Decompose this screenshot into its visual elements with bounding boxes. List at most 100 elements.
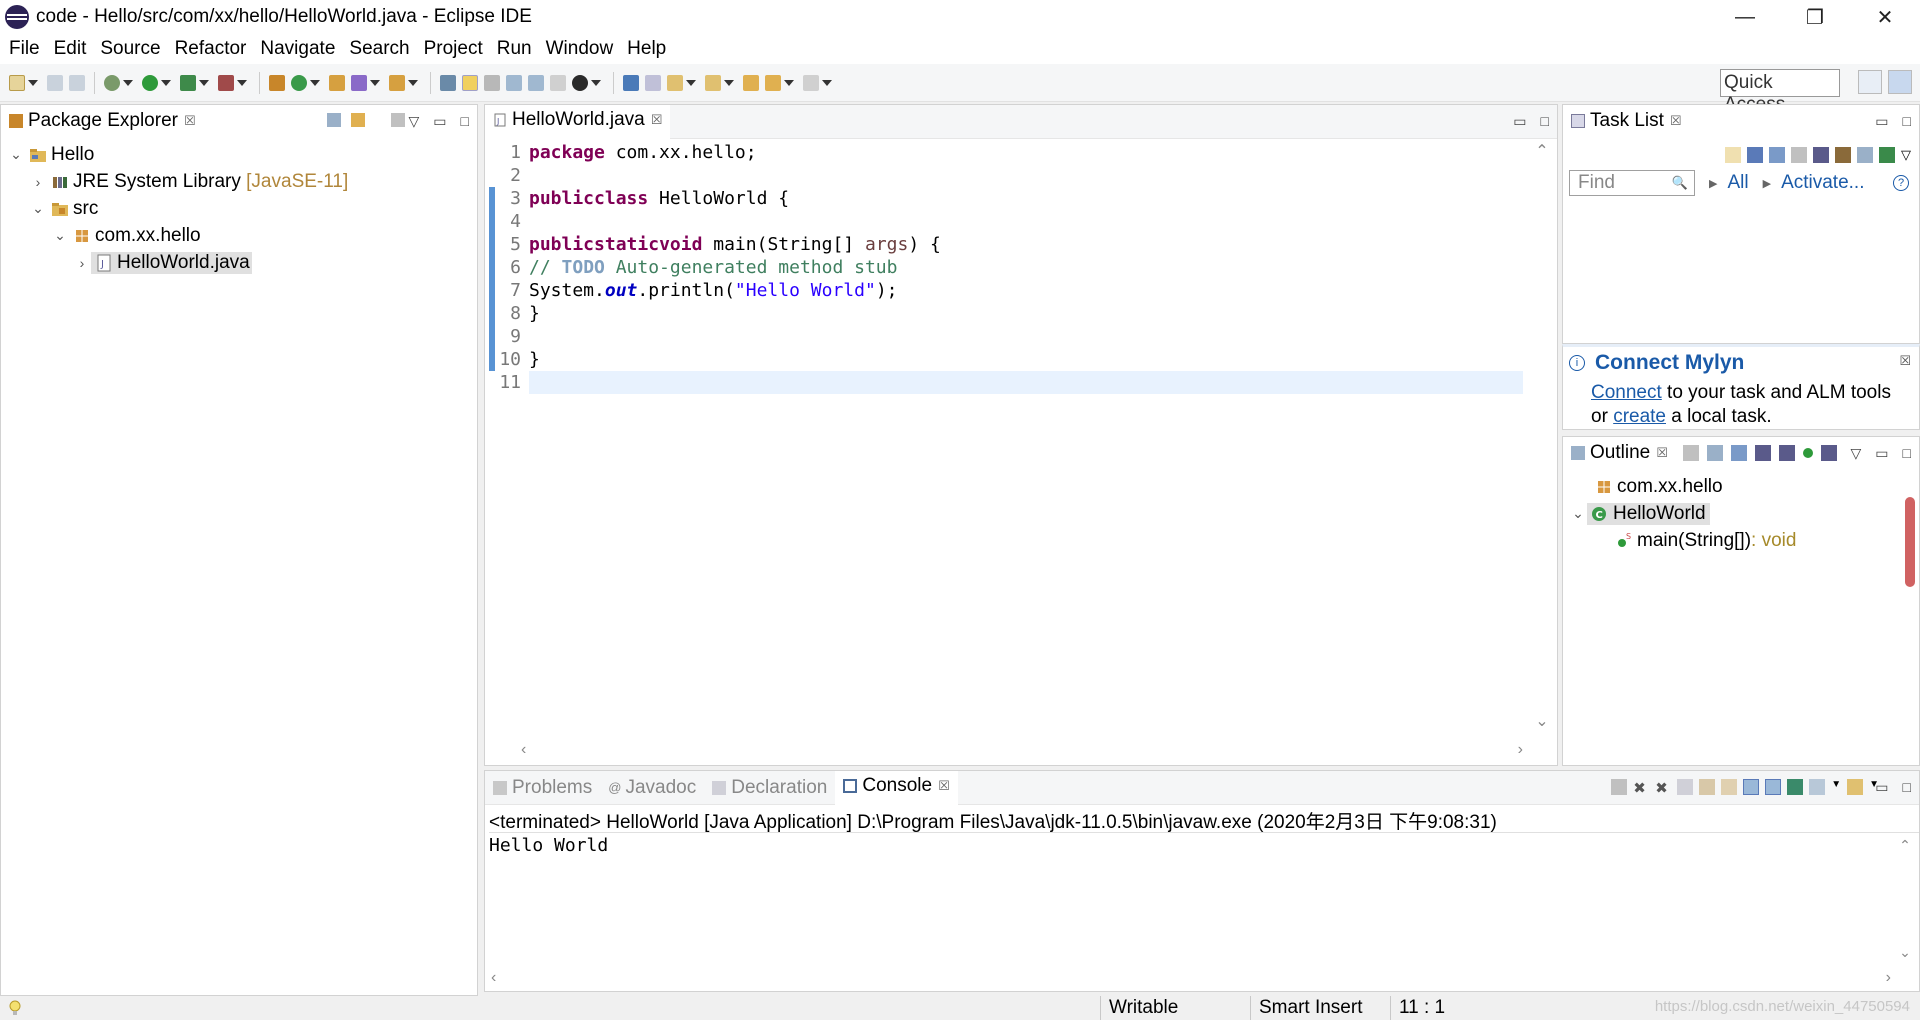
all-tasks-link[interactable]: All xyxy=(1727,172,1748,194)
debug-dropdown-icon[interactable] xyxy=(123,79,133,86)
maximize-view-icon[interactable]: □ xyxy=(1903,113,1911,130)
save-all-icon[interactable] xyxy=(69,74,85,91)
minimize-button[interactable]: — xyxy=(1710,0,1780,34)
show-stderr-icon[interactable] xyxy=(1765,779,1782,795)
search-icon[interactable] xyxy=(389,74,405,91)
focus-icon[interactable] xyxy=(1683,445,1699,461)
scroll-down-icon[interactable]: ⌄ xyxy=(1899,944,1911,961)
chevron-down-icon[interactable]: ⌄ xyxy=(29,200,47,217)
scroll-lock-icon[interactable] xyxy=(1699,779,1716,795)
scheduled-icon[interactable] xyxy=(1769,147,1785,163)
search-dropdown-icon[interactable] xyxy=(408,79,418,86)
display-console-dropdown-icon[interactable]: ▼ xyxy=(1831,779,1841,795)
task-dropdown-icon[interactable] xyxy=(370,79,380,86)
run-icon[interactable] xyxy=(142,74,158,91)
tab-problems[interactable]: Problems xyxy=(485,771,600,805)
menu-project[interactable]: Project xyxy=(417,38,490,60)
word-wrap-icon[interactable] xyxy=(506,74,522,91)
close-icon[interactable]: ☒ xyxy=(1670,113,1682,129)
sort-icon[interactable] xyxy=(1731,445,1747,461)
menu-search[interactable]: Search xyxy=(342,38,416,60)
maximize-view-icon[interactable]: □ xyxy=(1903,445,1911,462)
scroll-right-icon[interactable]: › xyxy=(1886,969,1891,987)
word-wrap-icon[interactable] xyxy=(1721,779,1738,795)
view-menu-icon[interactable]: ▽ xyxy=(409,113,420,130)
hide-local-types-icon[interactable] xyxy=(1821,445,1837,461)
forward-dropdown-icon[interactable] xyxy=(822,79,832,86)
hide-completed-icon[interactable] xyxy=(1813,147,1829,163)
run-dropdown-icon[interactable] xyxy=(161,79,171,86)
hide-static-icon[interactable] xyxy=(1779,445,1795,461)
close-icon[interactable]: ☒ xyxy=(1899,353,1911,369)
scroll-up-icon[interactable]: ⌃ xyxy=(1899,837,1911,854)
coverage-icon[interactable] xyxy=(180,74,196,91)
close-icon[interactable]: ☒ xyxy=(184,113,196,129)
link-with-editor-icon[interactable] xyxy=(351,113,365,127)
new-icon[interactable] xyxy=(9,74,25,91)
chevron-down-icon[interactable]: ⌄ xyxy=(7,146,25,163)
outline-item-package[interactable]: com.xx.hello xyxy=(1569,473,1796,500)
menu-source[interactable]: Source xyxy=(93,38,167,60)
focus-icon[interactable] xyxy=(1791,147,1807,163)
outline-scrollbar[interactable] xyxy=(1905,497,1915,587)
categorized-icon[interactable] xyxy=(1747,147,1763,163)
close-button[interactable]: ✕ xyxy=(1850,0,1920,34)
minimize-view-icon[interactable]: ▭ xyxy=(1875,779,1888,796)
outline-item-class[interactable]: ⌄ C HelloWorld xyxy=(1569,500,1796,527)
remove-launch-icon[interactable]: ✖ xyxy=(1633,779,1649,797)
chevron-down-icon[interactable]: ⌄ xyxy=(51,227,69,244)
minimize-editor-icon[interactable]: ▭ xyxy=(1513,113,1526,130)
minimize-view-icon[interactable]: ▭ xyxy=(433,113,446,130)
scroll-down-icon[interactable]: ⌄ xyxy=(1535,711,1548,731)
save-icon[interactable] xyxy=(47,74,63,91)
back-dropdown-icon[interactable] xyxy=(784,79,794,86)
new-task-icon[interactable] xyxy=(1725,147,1741,163)
connect-link[interactable]: Connect xyxy=(1591,382,1662,403)
open-type-icon[interactable] xyxy=(329,74,345,91)
tree-item-file[interactable]: › J HelloWorld.java xyxy=(7,249,348,276)
new-dropdown-icon[interactable] xyxy=(28,79,38,86)
console-output[interactable]: Hello World xyxy=(489,835,608,856)
chevron-right-icon[interactable]: › xyxy=(73,255,91,271)
java-perspective-icon[interactable] xyxy=(1888,70,1912,94)
tab-outline[interactable]: Outline ☒ xyxy=(1563,437,1676,471)
synchronize-icon[interactable] xyxy=(1879,147,1895,163)
external-tools-icon[interactable] xyxy=(218,74,234,91)
annotation-icon[interactable] xyxy=(572,74,588,91)
outline-item-method[interactable]: S main(String[]) : void xyxy=(1569,527,1796,554)
view-menu-icon[interactable]: ▽ xyxy=(1851,445,1862,462)
maximize-view-icon[interactable]: □ xyxy=(461,113,469,130)
remove-all-launches-icon[interactable]: ✖ xyxy=(1655,779,1671,797)
open-console-icon[interactable] xyxy=(1847,779,1864,795)
collapse-all-icon[interactable] xyxy=(327,113,341,127)
close-icon[interactable]: ☒ xyxy=(651,112,663,128)
close-icon[interactable]: ☒ xyxy=(938,778,950,794)
tree-item-src[interactable]: ⌄ src xyxy=(7,195,348,222)
show-whitespace-icon[interactable] xyxy=(550,74,566,91)
editor-horizontal-scrollbar[interactable]: ‹ › xyxy=(521,741,1523,759)
focus-icon[interactable] xyxy=(391,113,405,127)
console-vertical-scrollbar[interactable]: ⌃ ⌄ xyxy=(1897,837,1913,961)
toggle-block-icon[interactable] xyxy=(484,74,500,91)
code-editor[interactable]: 1 package com.xx.hello; 2 3 public class H… xyxy=(485,141,1523,731)
scroll-left-icon[interactable]: ‹ xyxy=(491,969,496,987)
open-perspective-icon[interactable] xyxy=(1858,70,1882,94)
filter-icon[interactable] xyxy=(1835,147,1851,163)
toggle-ant-icon[interactable] xyxy=(440,74,456,91)
previous-annotation-icon[interactable] xyxy=(705,74,721,91)
close-icon[interactable]: ☒ xyxy=(1656,445,1668,461)
maximize-view-icon[interactable]: □ xyxy=(1903,779,1911,796)
view-menu-icon[interactable]: ▽ xyxy=(1901,147,1911,163)
tab-task-list[interactable]: Task List ☒ xyxy=(1563,105,1690,139)
back-icon[interactable] xyxy=(765,74,781,91)
scroll-left-icon[interactable]: ‹ xyxy=(521,741,526,759)
minimize-view-icon[interactable]: ▭ xyxy=(1875,445,1888,462)
maximize-editor-icon[interactable]: □ xyxy=(1541,113,1549,130)
menu-refactor[interactable]: Refactor xyxy=(168,38,254,60)
menu-file[interactable]: File xyxy=(2,38,47,60)
annotation-dropdown-icon[interactable] xyxy=(591,79,601,86)
breadcrumb-icon[interactable] xyxy=(528,74,544,91)
editor-vertical-scrollbar[interactable]: ⌃ ⌄ xyxy=(1533,141,1551,731)
restore-button[interactable]: ❐ xyxy=(1780,0,1850,34)
activate-task-link[interactable]: Activate... xyxy=(1781,172,1864,194)
